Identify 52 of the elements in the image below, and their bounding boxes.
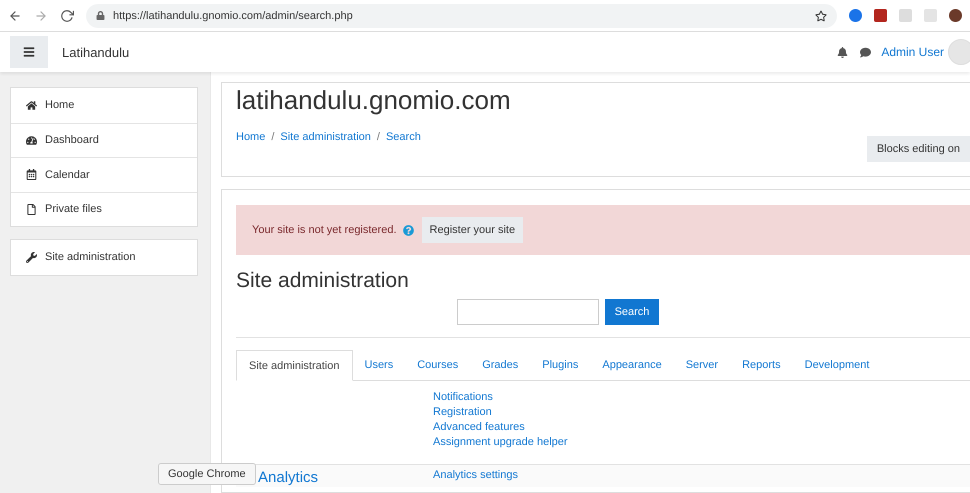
tab[interactable]: Site administration xyxy=(236,350,352,381)
tab[interactable]: Server xyxy=(674,350,730,380)
sidebar-item[interactable]: Private files xyxy=(11,192,197,226)
sidebar-item[interactable]: Calendar xyxy=(11,157,197,192)
tab[interactable]: Reports xyxy=(730,350,793,380)
bell-icon[interactable] xyxy=(837,46,848,58)
settings-link[interactable]: Analytics settings xyxy=(433,469,970,481)
home-icon xyxy=(26,100,37,111)
reload-icon[interactable] xyxy=(60,8,74,22)
tab[interactable]: Appearance xyxy=(590,350,674,380)
menu-icon xyxy=(23,46,35,58)
sidebar-item[interactable]: Dashboard xyxy=(11,122,197,157)
profile-icon[interactable] xyxy=(949,9,962,22)
tab[interactable]: Users xyxy=(352,350,406,380)
breadcrumb-link[interactable]: Home xyxy=(236,131,266,143)
settings-link[interactable]: Registration xyxy=(433,406,970,418)
settings-link[interactable]: Assignment upgrade helper xyxy=(433,436,970,448)
settings-link[interactable]: Advanced features xyxy=(433,421,970,433)
lock-icon xyxy=(96,11,105,20)
forward-icon[interactable] xyxy=(34,8,48,22)
page-title: latihandulu.gnomio.com xyxy=(236,84,512,116)
tooltip: Google Chrome xyxy=(158,463,256,485)
search-button[interactable]: Search xyxy=(604,299,660,325)
help-icon[interactable] xyxy=(402,224,414,236)
dashboard-icon xyxy=(26,134,37,146)
file-icon xyxy=(26,204,37,215)
search-field[interactable] xyxy=(456,299,599,325)
breadcrumb-link[interactable]: Site administration xyxy=(280,131,371,143)
wrench-icon xyxy=(26,252,37,263)
chat-icon[interactable] xyxy=(860,46,872,58)
back-icon[interactable] xyxy=(8,8,22,22)
breadcrumb-link[interactable]: Search xyxy=(386,131,421,143)
calendar-icon xyxy=(26,169,37,180)
tab[interactable]: Plugins xyxy=(530,350,590,380)
register-button[interactable]: Register your site xyxy=(422,217,524,243)
menu-button[interactable] xyxy=(10,36,48,68)
address-bar[interactable]: https://latihandulu.gnomio.com/admin/search.php xyxy=(86,4,837,28)
settings-link[interactable]: Notifications xyxy=(433,391,970,403)
breadcrumb-separator: / xyxy=(376,131,380,143)
section-heading: Site administration xyxy=(236,269,410,293)
breadcrumb-separator: / xyxy=(271,131,274,143)
tab[interactable]: Grades xyxy=(470,350,530,380)
user-menu-link[interactable]: Admin User xyxy=(881,45,944,59)
sidebar-item[interactable]: Site administration xyxy=(11,240,197,274)
site-name[interactable]: Latihandulu xyxy=(62,44,838,60)
tab[interactable]: Courses xyxy=(405,350,470,380)
tab[interactable]: Development xyxy=(792,350,882,380)
sidebar-item[interactable]: Home xyxy=(11,88,197,122)
blocks-editing-button[interactable]: Blocks editing on xyxy=(866,136,970,162)
star-icon[interactable] xyxy=(815,10,827,22)
alert-text: Your site is not yet registered. xyxy=(252,224,397,236)
extension-icon[interactable] xyxy=(849,9,862,22)
